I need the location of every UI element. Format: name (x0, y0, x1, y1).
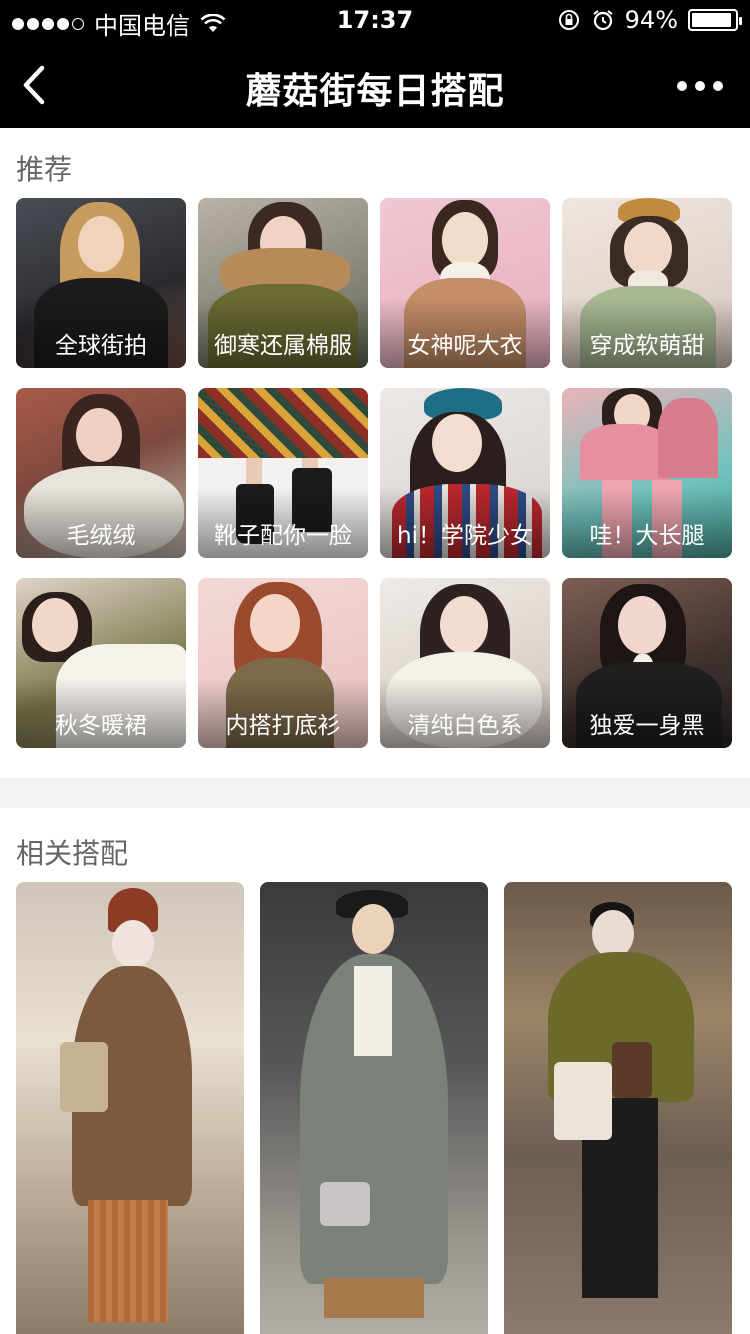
recommend-card-cotton-coat[interactable]: 御寒还属棉服 (198, 198, 368, 368)
battery-level-fill (692, 13, 732, 27)
back-button[interactable] (12, 58, 66, 112)
page-title: 蘑菇街每日搭配 (245, 71, 505, 112)
related-section-title: 相关搭配 (16, 837, 129, 870)
recommend-card-label: 秋冬暖裙 (55, 713, 147, 739)
related-outfit-card[interactable] (504, 882, 732, 1334)
recommend-card-global-street[interactable]: 全球街拍 (16, 198, 186, 368)
recommend-card-label: 清纯白色系 (407, 713, 523, 739)
recommend-card-base-layer[interactable]: 内搭打底衫 (198, 578, 368, 748)
wifi-icon (200, 13, 226, 32)
recommend-card-college-girl[interactable]: hi！学院少女 (380, 388, 550, 558)
related-outfit-card[interactable] (260, 882, 488, 1334)
status-bar: 中国电信 17:37 94% (0, 0, 750, 42)
signal-strength-icon (12, 17, 84, 30)
recommend-card-label: 御寒还属棉服 (214, 333, 352, 359)
orientation-lock-icon (558, 10, 579, 30)
status-left: 中国电信 (12, 6, 226, 41)
section-divider (0, 778, 750, 808)
related-outfit-card[interactable] (16, 882, 244, 1334)
alarm-icon (592, 10, 613, 31)
recommend-card-soft-cute[interactable]: 穿成软萌甜 (562, 198, 732, 368)
recommend-card-boots[interactable]: 靴子配你一脸 (198, 388, 368, 558)
more-dot (713, 81, 723, 91)
recommend-card-fluffy[interactable]: 毛绒绒 (16, 388, 186, 558)
recommend-card-label: 穿成软萌甜 (589, 333, 705, 359)
more-dot (677, 81, 687, 91)
carrier-name: 中国电信 (94, 12, 190, 40)
recommend-card-label: 靴子配你一脸 (214, 523, 352, 549)
recommend-card-label: 全球街拍 (55, 333, 147, 359)
recommend-card-wool-coat[interactable]: 女神呢大衣 (380, 198, 550, 368)
nav-bar: 蘑菇街每日搭配 (0, 42, 750, 128)
battery-percent: 94% (624, 6, 678, 34)
recommend-card-label: 毛绒绒 (66, 523, 136, 549)
chevron-left-icon (23, 65, 45, 105)
more-button[interactable] (668, 66, 732, 106)
recommend-card-label: hi！学院少女 (397, 523, 533, 549)
recommend-card-all-black[interactable]: 独爱一身黑 (562, 578, 732, 748)
more-dot (695, 81, 705, 91)
recommend-card-winter-skirt[interactable]: 秋冬暖裙 (16, 578, 186, 748)
status-right: 94% (557, 6, 742, 34)
recommend-card-label: 独爱一身黑 (589, 713, 705, 739)
battery-icon (688, 9, 742, 31)
recommend-card-long-legs[interactable]: 哇！大长腿 (562, 388, 732, 558)
recommend-card-label: 哇！大长腿 (589, 523, 705, 549)
recommend-card-label: 女神呢大衣 (407, 333, 523, 359)
recommend-card-label: 内搭打底衫 (225, 713, 341, 739)
recommend-card-pure-white[interactable]: 清纯白色系 (380, 578, 550, 748)
recommend-section-title: 推荐 (16, 153, 73, 186)
